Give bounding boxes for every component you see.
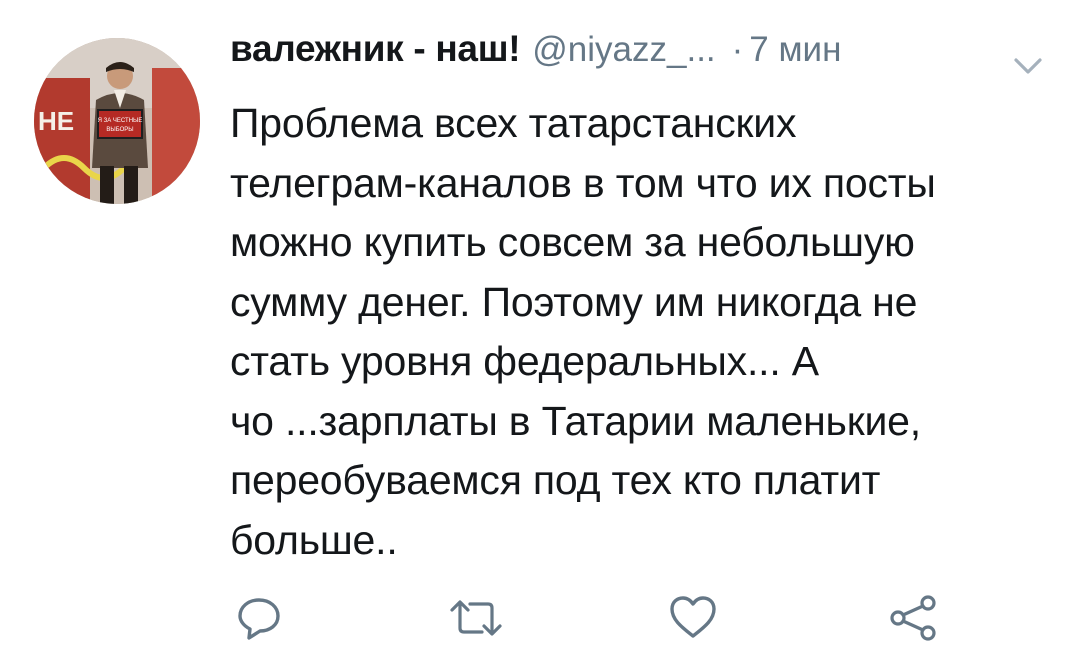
avatar-banner-text: НЕ <box>38 106 74 136</box>
chevron-down-icon[interactable] <box>1012 54 1044 78</box>
avatar-image: НЕ Я ЗА ЧЕСТНЫЕ ВЫБОРЫ <box>34 38 200 204</box>
tweet-time[interactable]: 7 мин <box>749 30 841 70</box>
avatar[interactable]: НЕ Я ЗА ЧЕСТНЫЕ ВЫБОРЫ <box>34 38 200 204</box>
share-icon <box>890 595 936 641</box>
like-icon <box>670 596 716 638</box>
like-button[interactable] <box>668 594 718 642</box>
author-name[interactable]: валежник - наш! <box>230 28 521 70</box>
retweet-button[interactable] <box>448 594 504 642</box>
tweet-header: валежник - наш! @niyazz_... · 7 мин <box>230 28 841 88</box>
reply-icon <box>238 598 280 640</box>
author-handle[interactable]: @niyazz_... <box>532 30 715 70</box>
share-button[interactable] <box>888 594 938 642</box>
retweet-icon <box>450 600 502 636</box>
tweet: НЕ Я ЗА ЧЕСТНЫЕ ВЫБОРЫ валежник - наш! @… <box>0 0 1080 671</box>
svg-text:ВЫБОРЫ: ВЫБОРЫ <box>106 127 133 133</box>
separator-dot: · <box>731 30 744 69</box>
tweet-text: Проблема всех татарстанских телеграм-кан… <box>230 100 936 563</box>
reply-button[interactable] <box>235 594 283 642</box>
svg-text:Я ЗА ЧЕСТНЫЕ: Я ЗА ЧЕСТНЫЕ <box>98 118 143 124</box>
